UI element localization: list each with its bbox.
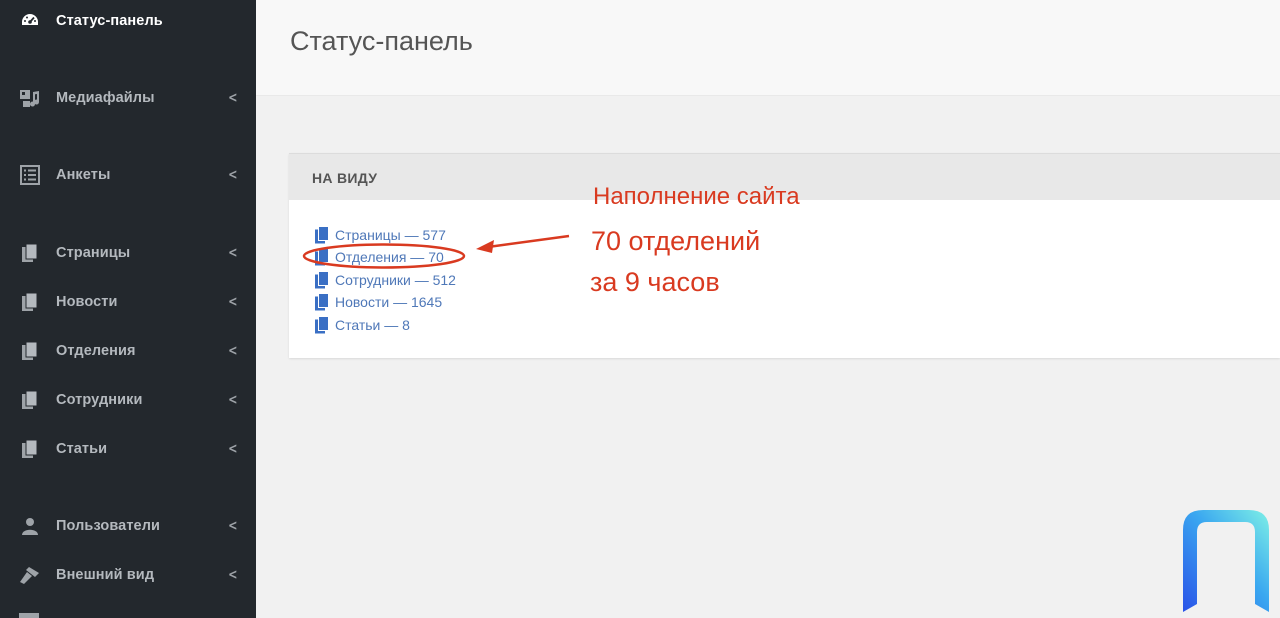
sidebar-item-label: Сотрудники <box>56 392 143 408</box>
stat-link-text: Новости — 1645 <box>335 294 443 310</box>
sidebar-item-label: Анкеты <box>56 167 111 183</box>
annotation-line-3: за 9 часов <box>590 267 720 297</box>
sidebar-item-departments[interactable]: Отделения < <box>0 333 256 369</box>
pages-icon <box>19 438 41 460</box>
brand-logo <box>1183 510 1269 612</box>
pages-icon <box>315 248 329 266</box>
dashboard-icon <box>19 10 41 32</box>
pages-icon <box>315 293 329 311</box>
page-header: Статус-панель <box>256 0 1280 96</box>
sidebar-item-label: Новости <box>56 294 118 310</box>
sidebar-item-media[interactable]: Медиафайлы < <box>0 80 256 116</box>
sidebar-item-forms[interactable]: Анкеты < <box>0 157 256 193</box>
stat-link-text: Отделения — 70 <box>335 249 444 265</box>
page-title: Статус-панель <box>290 26 473 56</box>
media-icon <box>19 87 41 109</box>
admin-sidebar: Статус-панель Медиафайлы < Анкеты < Стра… <box>0 0 256 618</box>
sidebar-item-appearance[interactable]: Внешний вид < <box>0 557 256 593</box>
chevron-left-icon: < <box>228 567 238 583</box>
pages-icon <box>19 389 41 411</box>
annotation-line-2: 70 отделений <box>591 226 761 256</box>
sidebar-item-pages[interactable]: Страницы < <box>0 235 256 271</box>
annotation-line-1: Наполнение сайта <box>593 183 800 210</box>
sidebar-item-label: Медиафайлы <box>56 90 155 106</box>
brush-icon <box>19 564 41 586</box>
stat-link-pages[interactable]: Страницы — 577 <box>314 225 446 245</box>
widget-title: НА ВИДУ <box>312 170 378 186</box>
sidebar-item-label: Внешний вид <box>56 567 155 583</box>
sidebar-item-label: Отделения <box>56 343 136 359</box>
stat-link-text: Сотрудники — 512 <box>335 272 456 288</box>
sidebar-item-dashboard[interactable]: Статус-панель <box>0 3 256 39</box>
sidebar-item-label: Пользователи <box>56 518 161 534</box>
stat-link-news[interactable]: Новости — 1645 <box>314 292 442 312</box>
stat-link-employees[interactable]: Сотрудники — 512 <box>314 270 456 290</box>
stat-link-text: Статьи — 8 <box>335 317 410 333</box>
chevron-left-icon: < <box>228 294 238 310</box>
pages-icon <box>19 340 41 362</box>
stat-link-departments[interactable]: Отделения — 70 <box>314 247 444 267</box>
chevron-left-icon: < <box>228 90 238 106</box>
pages-icon <box>315 316 329 334</box>
sidebar-item-label: Статьи <box>56 441 108 457</box>
pages-icon <box>315 271 329 289</box>
sidebar-item-label: Статус-панель <box>56 13 163 29</box>
chevron-left-icon: < <box>228 441 238 457</box>
sidebar-item-employees[interactable]: Сотрудники < <box>0 382 256 418</box>
sidebar-item-articles[interactable]: Статьи < <box>0 431 256 467</box>
list-icon <box>19 164 41 186</box>
sidebar-next-icon-partial <box>19 613 39 618</box>
stat-link-articles[interactable]: Статьи — 8 <box>314 315 410 335</box>
pages-icon <box>19 291 41 313</box>
sidebar-item-news[interactable]: Новости < <box>0 284 256 320</box>
chevron-left-icon: < <box>228 518 238 534</box>
sidebar-item-label: Страницы <box>56 245 131 261</box>
pages-icon <box>315 226 329 244</box>
chevron-left-icon: < <box>228 392 238 408</box>
chevron-left-icon: < <box>228 343 238 359</box>
sidebar-item-users[interactable]: Пользователи < <box>0 508 256 544</box>
chevron-left-icon: < <box>228 245 238 261</box>
user-icon <box>19 515 41 537</box>
chevron-left-icon: < <box>228 167 238 183</box>
stat-link-text: Страницы — 577 <box>335 227 446 243</box>
pages-icon <box>19 242 41 264</box>
